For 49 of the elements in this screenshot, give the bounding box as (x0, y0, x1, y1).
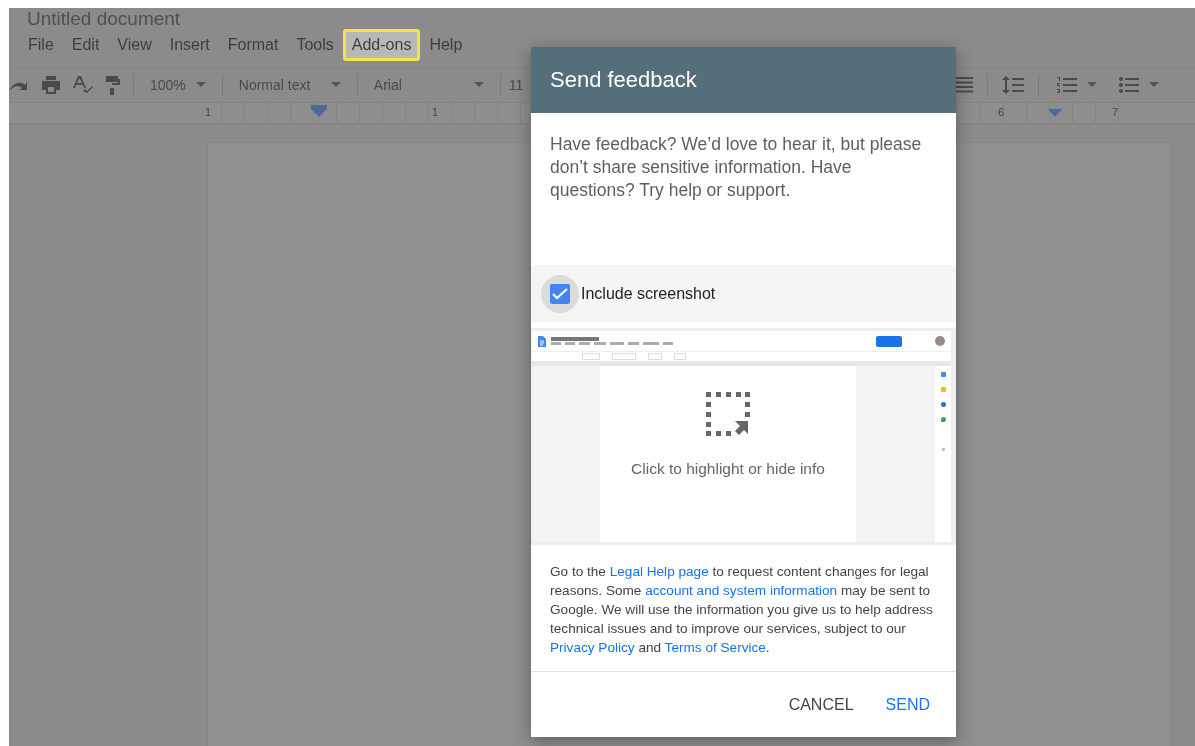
link[interactable]: Terms of Service (664, 640, 766, 655)
menu-item[interactable]: Tools (287, 29, 343, 61)
caret-icon (330, 82, 341, 88)
indent-marker-icon[interactable] (1048, 109, 1062, 117)
check-icon (552, 287, 568, 300)
caret-icon (473, 82, 484, 88)
line-spacing-icon[interactable] (1002, 76, 1024, 94)
paint-format-icon[interactable] (105, 75, 121, 95)
link[interactable]: Privacy Policy (550, 640, 635, 655)
checkbox-label: Include screenshot (581, 284, 716, 303)
menu-item[interactable]: Edit (62, 29, 109, 61)
send-button[interactable]: SEND (873, 687, 942, 722)
preview-hint: Click to highlight or hide info (631, 460, 825, 478)
menu-item[interactable]: Add-ons (342, 29, 421, 61)
screenshot-preview[interactable]: Click to highlight or hide info (531, 328, 956, 545)
caret-icon (1087, 82, 1097, 88)
feedback-message: Have feedback? We’d love to hear it, but please don’t share sensitive information. Have questions? Try help or support. (549, 133, 923, 202)
style-dropdown[interactable]: Normal text (234, 75, 345, 95)
include-screenshot-checkbox[interactable] (541, 274, 579, 313)
justify-icon[interactable] (955, 77, 973, 93)
zoom-dropdown[interactable]: 100% (146, 75, 210, 95)
link[interactable]: Legal Help page (609, 564, 709, 579)
avatar (935, 336, 945, 346)
menu-item[interactable]: View (108, 29, 161, 61)
ruler-number: 6 (998, 106, 1005, 118)
caret-icon (195, 82, 206, 88)
link[interactable]: account and system information (645, 583, 838, 598)
caret-icon (1149, 82, 1159, 88)
spellcheck-icon[interactable] (73, 75, 93, 95)
menu-item[interactable]: Help (420, 29, 472, 61)
document-icon (538, 335, 546, 347)
menu-item[interactable]: Insert (160, 29, 219, 61)
ruler-number: 1 (432, 106, 439, 118)
indent-marker-icon[interactable] (311, 105, 327, 117)
ruler-number: 1 (205, 106, 212, 118)
menu-item[interactable]: Format (218, 29, 288, 61)
ruler-number: 7 (1112, 106, 1119, 118)
highlight-selection-icon (706, 392, 750, 436)
font-size-field[interactable]: 11 (504, 75, 528, 95)
font-dropdown[interactable]: Arial (369, 75, 488, 95)
numbered-list-icon (1057, 77, 1077, 93)
dialog-title: Send feedback (550, 67, 697, 93)
document-title: Untitled document (27, 8, 181, 29)
menu-item[interactable]: File (19, 29, 63, 61)
legal-notice: Go to the Legal Help page to request content changes for legal reasons. Some account and system information may be sent to Google. We will use the information you give us to help address technical issues and to improve our services, subject to our Privacy Policy and Terms of Service. (549, 563, 934, 657)
cancel-button[interactable]: CANCEL (776, 687, 866, 722)
print-icon[interactable] (41, 76, 61, 94)
bulleted-list-icon (1119, 77, 1139, 93)
preview-share-button (876, 335, 902, 347)
